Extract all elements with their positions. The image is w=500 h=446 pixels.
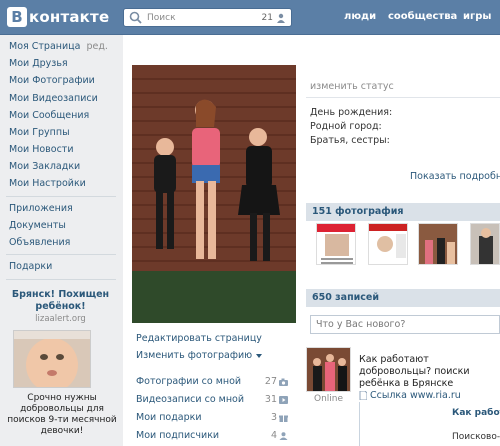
ad-title[interactable]: Брянск! Похищен ребёнок! [8, 289, 113, 313]
post-link[interactable]: Ссылка www.ria.ru [359, 390, 461, 401]
person-icon [279, 431, 288, 440]
sidebar-item-videos[interactable]: Мои Видеозаписи [9, 93, 98, 105]
photos-section-header[interactable]: 151 фотография [306, 203, 500, 221]
sidebar-item-groups[interactable]: Мои Группы [9, 127, 70, 139]
video-icon [279, 395, 288, 404]
stat-number: 27 [264, 376, 277, 387]
sidebar-item-photos[interactable]: Мои Фотографии [9, 75, 95, 87]
chevron-down-icon [256, 353, 263, 358]
sidebar-item-messages[interactable]: Мои Сообщения [9, 110, 89, 122]
sidebar-item-ads[interactable]: Объявления [9, 237, 70, 249]
info-hometown-label: Родной город: [310, 121, 382, 132]
stat-label: Мои подписчики [136, 430, 220, 441]
post-text: Как работают добровольцы? поиски ребёнка… [359, 354, 470, 389]
search-count: 21 [261, 12, 273, 23]
logo-text: контакте [29, 8, 110, 26]
baby-image [14, 331, 90, 387]
group-photo-image [419, 224, 457, 264]
sidebar-item-bookmarks[interactable]: Мои Закладки [9, 161, 80, 173]
camera-icon [279, 378, 288, 386]
status-input[interactable]: изменить статус [310, 81, 394, 92]
photo-image [471, 224, 499, 264]
stat-photos-with-me[interactable]: Фотографии со мной 27 [136, 376, 288, 387]
divider [6, 254, 116, 255]
ad-baby-photo[interactable] [13, 330, 91, 388]
stat-videos-with-me[interactable]: Видеозаписи со мной 31 [136, 394, 288, 405]
profile-main: Редактировать страницу Изменить фотограф… [123, 35, 500, 446]
logo-badge: В [7, 7, 27, 27]
top-header: В контакте Поиск 21 люди сообщества игры [0, 0, 500, 35]
profile-photo-image [132, 65, 296, 323]
photo-thumbnail[interactable] [368, 223, 408, 265]
stat-number: 3 [270, 412, 277, 423]
left-sidebar: Моя Страница ред. Мои Друзья Мои Фотограф… [0, 35, 123, 446]
edit-link[interactable]: ред. [86, 41, 107, 52]
stat-count: 3 [271, 412, 288, 423]
repost-title[interactable]: Как работают [452, 407, 500, 419]
search-icon [129, 11, 142, 24]
nav-people[interactable]: люди [344, 11, 376, 22]
ad-site: lizaalert.org [35, 314, 86, 324]
profile-photo[interactable] [132, 65, 296, 323]
nav-communities[interactable]: сообщества [388, 11, 457, 22]
photo-thumbnail[interactable] [418, 223, 458, 265]
photo-thumbnail[interactable] [316, 223, 356, 265]
wall-section-header[interactable]: 650 записей [306, 289, 500, 307]
missing-poster-image [369, 224, 407, 264]
wall-post-input[interactable]: Что у Вас нового? [310, 315, 500, 334]
divider [306, 97, 500, 98]
search-box[interactable]: Поиск 21 [123, 8, 292, 27]
nav-games[interactable]: игры [463, 11, 491, 22]
missing-poster-image [317, 224, 355, 264]
ad-text: Срочно нужны добровольцы для поисков 9-т… [7, 393, 117, 436]
repost-divider [359, 402, 360, 446]
stat-count: 4 [271, 430, 288, 441]
stat-my-gifts[interactable]: Мои подарки 3 [136, 412, 288, 423]
sidebar-item-settings[interactable]: Мои Настройки [9, 178, 86, 190]
stat-my-followers[interactable]: Мои подписчики 4 [136, 430, 288, 441]
post-link-label: Ссылка www.ria.ru [370, 390, 461, 401]
sidebar-item-news[interactable]: Мои Новости [9, 144, 74, 156]
sidebar-item-documents[interactable]: Документы [9, 220, 66, 232]
stat-count: 31 [265, 394, 288, 405]
sidebar-item-my-page[interactable]: Моя Страница ред. [9, 41, 108, 53]
change-photo-label: Изменить фотографию [136, 350, 253, 361]
divider [6, 196, 116, 197]
online-status: Online [314, 394, 344, 404]
person-icon [277, 13, 285, 23]
edit-page-link[interactable]: Редактировать страницу [136, 333, 262, 344]
info-birthday-label: День рождения: [310, 107, 393, 118]
stat-number: 31 [264, 394, 277, 405]
stat-count: 27 [265, 376, 288, 387]
change-photo-link[interactable]: Изменить фотографию [136, 350, 263, 361]
sidebar-item-label: Моя Страница [9, 41, 81, 52]
stat-number: 4 [270, 430, 277, 441]
repost-subtitle: Поисково-сп [452, 432, 500, 442]
stat-label: Мои подарки [136, 412, 202, 423]
show-details-link[interactable]: Показать подробную [410, 171, 500, 182]
search-input[interactable]: Поиск [147, 13, 262, 23]
stat-label: Фотографии со мной [136, 376, 242, 387]
photo-thumbnail[interactable] [470, 223, 500, 265]
stat-label: Видеозаписи со мной [136, 394, 245, 405]
sidebar-item-friends[interactable]: Мои Друзья [9, 58, 68, 70]
avatar-image [307, 348, 350, 391]
info-siblings-label: Братья, сестры: [310, 135, 390, 146]
divider [6, 279, 116, 280]
sidebar-item-gifts[interactable]: Подарки [9, 261, 52, 273]
vk-logo[interactable]: В контакте [7, 7, 109, 27]
post-avatar[interactable] [306, 347, 351, 392]
link-icon [359, 391, 367, 400]
gift-icon [279, 415, 288, 422]
sidebar-item-apps[interactable]: Приложения [9, 203, 73, 215]
